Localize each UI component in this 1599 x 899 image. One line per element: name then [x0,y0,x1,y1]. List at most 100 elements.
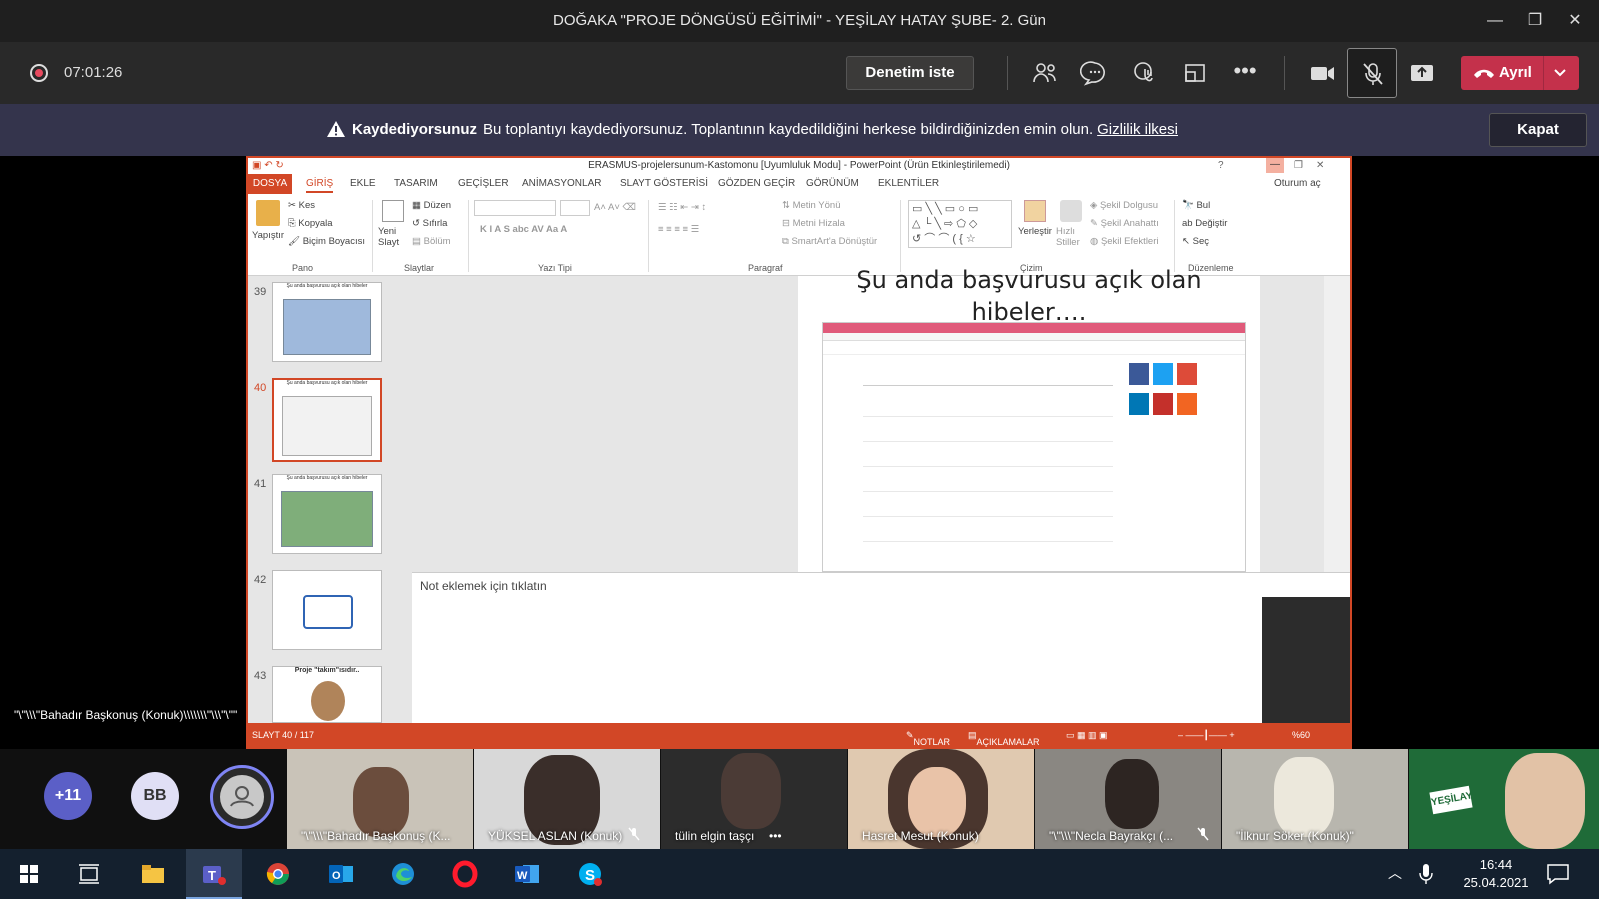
paste-button[interactable]: Yapıştır [252,230,284,241]
zoom-level[interactable]: %60 [1292,730,1310,740]
save-icon[interactable]: ▣ ↶ ↻ [252,158,284,174]
maximize-icon[interactable]: ❐ [1518,6,1552,36]
shapes-gallery[interactable]: ▭ ╲ ╲ ▭ ○ ▭ △ └ ╲ ⇨ ⬠ ◇ ↺ ⌒ ⌒ ( { ☆ [908,200,1012,248]
tab-file[interactable]: DOSYA [248,174,292,194]
notes-button[interactable]: ✎ NOTLAR [906,730,950,747]
tab-home[interactable]: GİRİŞ [306,178,334,193]
file-explorer-icon[interactable] [138,859,168,889]
select-button[interactable]: ↖ Seç [1182,236,1209,247]
quick-styles-button[interactable]: Hızlı Stiller [1056,226,1084,248]
text-direction-button[interactable]: ⇅ Metin Yönü [782,200,841,211]
slide-thumbnail-39[interactable]: Şu anda başvurusu açık olan hibeler [272,282,382,362]
close-icon[interactable]: ✕ [1558,6,1592,36]
avatar[interactable]: BB [131,772,179,820]
slide-thumbnail-42[interactable] [272,570,382,650]
tab-addins[interactable]: EKLENTİLER [878,178,939,189]
quick-styles-icon[interactable] [1060,200,1082,222]
arrange-icon[interactable] [1024,200,1046,222]
participant-tile[interactable]: "İlknur Söker (Konuk)" [1222,749,1408,849]
slide-thumbnail-43[interactable]: Proje "takım"ısıdır.. [272,666,382,723]
word-icon[interactable]: W [512,859,542,889]
comments-button[interactable]: ▤ AÇIKLAMALAR [968,730,1040,747]
zoom-slider[interactable]: – ——┃—— + [1178,730,1235,741]
tab-animations[interactable]: ANİMASYONLAR [522,178,601,189]
request-control-button[interactable]: Denetim iste [846,56,974,90]
cut-button[interactable]: ✂ Kes [288,200,315,211]
tab-insert[interactable]: EKLE [350,178,376,189]
more-participants-button[interactable]: +11 [44,772,92,820]
new-slide-icon[interactable] [382,200,404,222]
ppt-close-icon[interactable]: ✕ [1316,158,1324,174]
breakout-rooms-icon[interactable] [1180,58,1210,88]
sign-in-link[interactable]: Oturum aç [1274,178,1321,189]
participant-tile[interactable]: "\"\\\"Necla Bayrakçı (... [1035,749,1221,849]
arrange-button[interactable]: Yerleştir [1018,226,1052,237]
leave-button[interactable]: Ayrıl [1461,56,1579,90]
smartart-button[interactable]: ⧉ SmartArt'a Dönüştür [782,236,877,247]
list-buttons[interactable]: ☰ ☷ ⇤ ⇥ ↕ [658,202,706,213]
layout-button[interactable]: ▦ Düzen [412,200,451,211]
more-icon[interactable]: ••• [769,829,782,843]
tab-review[interactable]: GÖZDEN GEÇİR [718,178,795,189]
avatar[interactable] [210,765,274,829]
close-banner-button[interactable]: Kapat [1489,113,1587,147]
section-button[interactable]: ▤ Bölüm [412,236,451,247]
slide-thumbnail-41[interactable]: Şu anda başvurusu açık olan hibeler [272,474,382,554]
tab-design[interactable]: TASARIM [394,178,438,189]
view-buttons[interactable]: ▭ ▦ ▥ ▣ [1066,730,1108,741]
task-view-icon[interactable] [74,859,104,889]
privacy-policy-link[interactable]: Gizlilik ilkesi [1097,121,1178,138]
tab-view[interactable]: GÖRÜNÜM [806,178,859,189]
chevron-up-icon[interactable]: ︿ [1388,863,1402,883]
format-painter-button[interactable]: 🖌 Biçim Boyacısı [288,236,365,247]
participant-tile[interactable]: YÜKSEL ASLAN (Konuk) [474,749,660,849]
align-buttons[interactable]: ≡ ≡ ≡ ≡ ☰ [658,224,699,235]
system-clock[interactable]: 16:44 25.04.2021 [1456,856,1536,892]
help-icon[interactable]: ? [1218,158,1224,174]
mic-mute-button[interactable] [1347,48,1397,98]
paste-icon[interactable] [256,200,280,226]
participant-tile[interactable]: Hasret Mesut (Konuk) [848,749,1034,849]
replace-button[interactable]: ab Değiştir [1182,218,1227,229]
tab-transitions[interactable]: GEÇİŞLER [458,178,509,189]
reset-button[interactable]: ↺ Sıfırla [412,218,447,229]
shape-effects-button[interactable]: ◍ Şekil Efektleri [1090,236,1159,247]
notifications-icon[interactable] [1546,863,1570,885]
share-screen-icon[interactable] [1407,58,1437,88]
font-format-buttons[interactable]: K I A S abc AV Aa A [480,224,567,235]
font-size-select[interactable] [560,200,590,216]
outlook-icon[interactable]: O [326,859,356,889]
chat-icon[interactable] [1080,58,1110,88]
current-slide[interactable]: Şu anda başvurusu açık olan hibeler…. [798,266,1260,572]
chevron-down-icon[interactable] [1553,68,1567,78]
tab-slideshow[interactable]: SLAYT GÖSTERİSİ [620,178,708,189]
slide-title[interactable]: Şu anda başvurusu açık olan hibeler…. [798,264,1260,328]
notes-pane[interactable]: Not eklemek için tıklatın [412,572,1350,724]
copy-button[interactable]: ⎘ Kopyala [288,218,333,229]
more-options-icon[interactable]: ••• [1230,58,1260,88]
shape-outline-button[interactable]: ✎ Şekil Anahattı [1090,218,1159,229]
minimize-icon[interactable]: — [1478,6,1512,36]
participant-tile[interactable]: YEŞİLAY [1409,749,1599,849]
slide-scrollbar[interactable] [1324,276,1350,572]
opera-icon[interactable] [450,859,480,889]
participant-tile[interactable]: tülin elgin taşçı ••• [661,749,847,849]
raise-hand-icon[interactable] [1130,58,1160,88]
slide-thumbnail-40[interactable]: Şu anda başvurusu açık olan hibeler [272,378,382,462]
participants-icon[interactable] [1030,58,1060,88]
ppt-minimize-icon[interactable]: — [1266,158,1284,173]
microphone-icon[interactable] [1418,863,1434,885]
participant-tile[interactable]: "\"\\\"Bahadır Başkonuş (K... [287,749,473,849]
ppt-restore-icon[interactable]: ❐ [1294,158,1303,174]
new-slide-button[interactable]: Yeni Slayt [378,226,408,248]
camera-icon[interactable] [1307,58,1337,88]
align-text-button[interactable]: ⊟ Metni Hizala [782,218,845,229]
find-button[interactable]: 🔭 Bul [1182,200,1210,211]
shape-fill-button[interactable]: ◈ Şekil Dolgusu [1090,200,1158,211]
windows-start-icon[interactable] [14,859,44,889]
taskbar-teams-active[interactable]: T [186,849,242,899]
font-size-buttons[interactable]: A˄ A˅ ⌫ [594,202,636,213]
chrome-icon[interactable] [263,859,293,889]
skype-icon[interactable]: S [575,859,605,889]
edge-icon[interactable] [388,859,418,889]
